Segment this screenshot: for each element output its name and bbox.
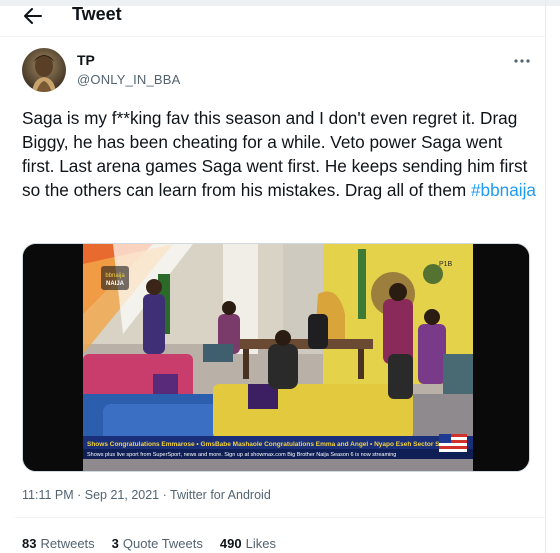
hashtag-link[interactable]: #bbnaija: [471, 180, 536, 200]
likes-label: Likes: [245, 536, 276, 551]
retweets-stat[interactable]: 83 Retweets: [22, 536, 95, 551]
more-horizontal-icon: [514, 59, 530, 63]
tweet-text: Saga is my f**king fav this season and I…: [22, 106, 537, 202]
more-options-button[interactable]: [508, 52, 536, 70]
tweet-body: Saga is my f**king fav this season and I…: [22, 108, 528, 200]
header-divider: [0, 36, 545, 37]
media-image: bbnaija NAIJA P1B Shows Congratulations …: [23, 244, 529, 471]
tweet-media[interactable]: bbnaija NAIJA P1B Shows Congratulations …: [22, 243, 530, 472]
retweets-count: 83: [22, 536, 37, 551]
meta-separator-2: ·: [159, 488, 171, 502]
ticker-line-2: Shows plus live sport from SuperSport, n…: [87, 452, 396, 458]
svg-text:NAIJA: NAIJA: [106, 281, 125, 287]
tweet-stats: 83 Retweets 3 Quote Tweets 490 Likes: [22, 536, 293, 551]
tweet-time[interactable]: 11:11 PM: [22, 488, 74, 502]
retweets-label: Retweets: [40, 536, 95, 551]
tweet-header: Tweet: [0, 0, 545, 36]
author-handle[interactable]: @ONLY_IN_BBA: [77, 72, 181, 87]
ticker-line-1: Shows Congratulations Emmarose • GmsBabe…: [87, 441, 443, 448]
tweet-date[interactable]: Sep 21, 2021: [85, 488, 159, 502]
arrow-left-icon: [24, 8, 42, 24]
quote-tweets-count: 3: [111, 536, 119, 551]
channel-logo: bbnaija: [105, 273, 125, 279]
tweet-meta: 11:11 PM · Sep 21, 2021 · Twitter for An…: [22, 488, 271, 502]
tweet-source: Twitter for Android: [170, 488, 271, 502]
stats-divider: [15, 517, 545, 518]
column-divider: [545, 0, 546, 553]
page-title: Tweet: [72, 4, 122, 24]
meta-separator: ·: [73, 488, 85, 502]
avatar[interactable]: [22, 48, 66, 92]
profile-avatar-icon: [22, 48, 66, 92]
corner-tag: P1B: [439, 261, 453, 268]
quote-tweets-stat[interactable]: 3 Quote Tweets: [112, 536, 203, 551]
back-button[interactable]: [18, 4, 48, 28]
likes-count: 490: [219, 536, 242, 551]
quote-tweets-label: Quote Tweets: [122, 536, 203, 551]
author-display-name[interactable]: TP: [77, 52, 95, 68]
likes-stat[interactable]: 490 Likes: [220, 536, 276, 551]
